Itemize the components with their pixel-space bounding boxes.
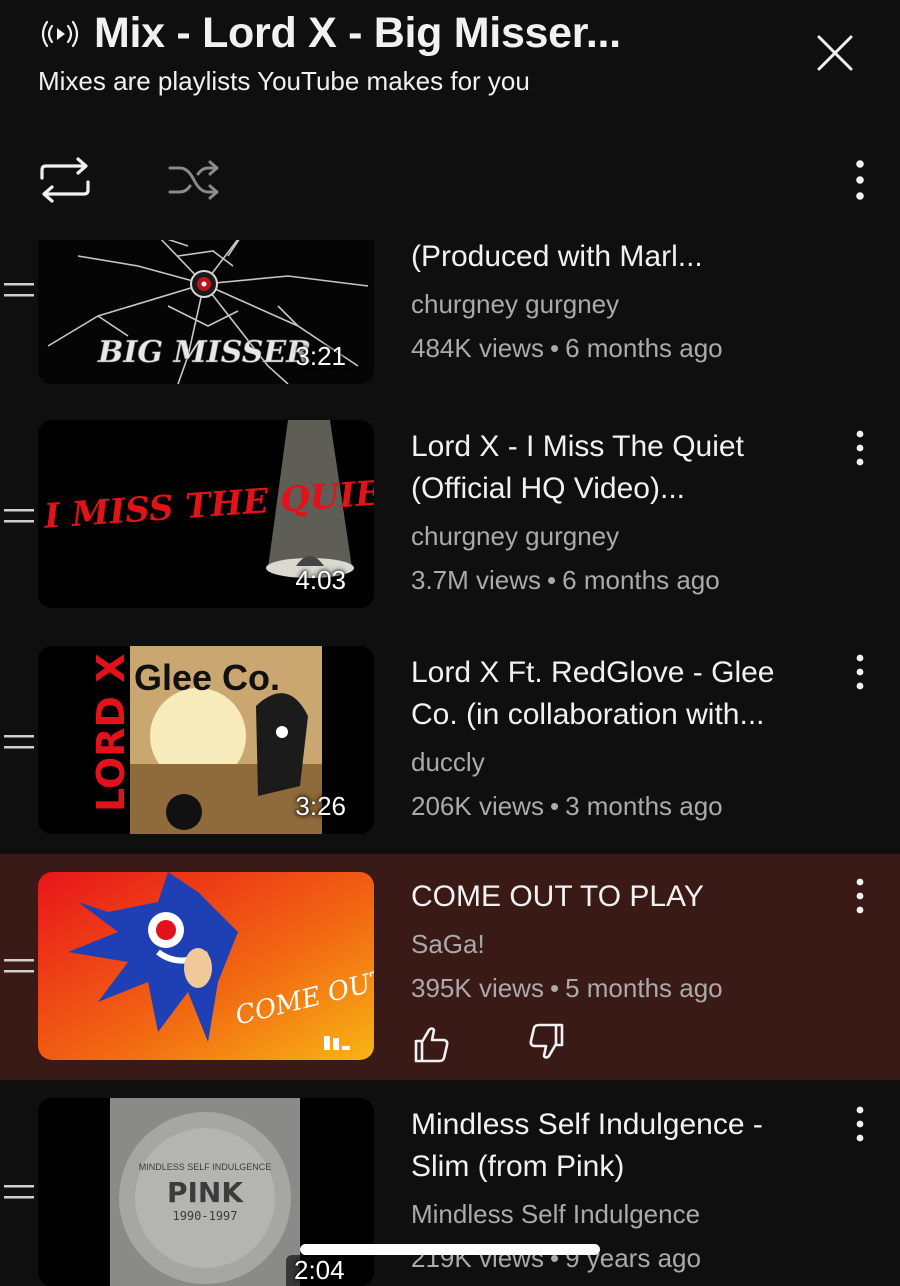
upload-age: 6 months ago	[565, 333, 723, 363]
more-vertical-icon[interactable]	[848, 428, 872, 468]
more-vertical-icon[interactable]	[842, 158, 878, 202]
playlist-title: Mix - Lord X - Big Misser...	[94, 9, 621, 57]
video-thumbnail[interactable]: LORD X Glee Co. 3:26	[38, 646, 374, 834]
shuffle-icon[interactable]	[166, 154, 222, 206]
video-meta: 395K views • 5 months ago	[411, 968, 821, 1008]
view-count: 3.7M views	[411, 565, 542, 595]
playlist-subtitle: Mixes are playlists YouTube makes for yo…	[38, 66, 530, 96]
video-title[interactable]: Lord X - I Miss The Quiet (Official HQ V…	[411, 426, 821, 510]
separator: •	[549, 973, 560, 1003]
drag-handle-icon[interactable]	[4, 282, 34, 298]
video-meta: 3.7M views • 6 months ago	[411, 560, 821, 600]
video-meta: 484K views • 6 months ago	[411, 328, 821, 368]
upload-age: 5 months ago	[565, 973, 723, 1003]
thumbnail-text-band: MINDLESS SELF INDULGENCE	[139, 1162, 272, 1172]
video-duration: 3:21	[295, 341, 346, 371]
separator: •	[547, 565, 557, 595]
channel-name[interactable]: churgney gurgney	[411, 518, 821, 554]
home-indicator[interactable]	[300, 1244, 600, 1255]
playlist-header: Mix - Lord X - Big Misser... Mixes are p…	[0, 0, 900, 240]
more-vertical-icon[interactable]	[848, 652, 872, 692]
drag-handle-icon[interactable]	[4, 1184, 34, 1200]
thumbs-down-icon[interactable]	[527, 1022, 567, 1062]
broadcast-play-icon	[41, 20, 79, 48]
thumbnail-text-vertical: LORD X	[89, 654, 133, 813]
video-duration: 2:04	[286, 1255, 353, 1286]
channel-name[interactable]: duccly	[411, 744, 821, 780]
video-meta: 206K views • 3 months ago	[411, 786, 821, 826]
video-duration: 4:03	[295, 565, 346, 595]
video-title[interactable]: Mindless Self Indulgence - Slim (from Pi…	[411, 1104, 821, 1188]
separator: •	[549, 333, 560, 363]
list-item-now-playing[interactable]: COME OUT TO PLAY COME OUT TO PLAY SaGa! …	[0, 854, 900, 1080]
thumbs-up-icon[interactable]	[411, 1024, 451, 1064]
view-count: 484K views	[411, 333, 544, 363]
channel-name[interactable]: SaGa!	[411, 926, 821, 962]
list-item[interactable]: I MISS THE QUIET 4:03 Lord X - I Miss Th…	[0, 406, 900, 632]
thumbnail-text-title: Glee Co.	[134, 657, 280, 698]
more-vertical-icon[interactable]	[848, 1104, 872, 1144]
thumbnail-text-years: 1990-1997	[172, 1209, 237, 1223]
drag-handle-icon[interactable]	[4, 508, 34, 524]
now-playing-icon	[324, 1036, 350, 1050]
thumbnail-text-album: PINK	[167, 1176, 244, 1209]
separator: •	[549, 791, 560, 821]
video-title[interactable]: Lord X Ft. RedGlove - Glee Co. (in colla…	[411, 652, 821, 736]
upload-age: 6 months ago	[562, 565, 720, 595]
video-thumbnail[interactable]: I MISS THE QUIET 4:03	[38, 420, 374, 608]
view-count: 206K views	[411, 791, 544, 821]
close-icon[interactable]	[810, 28, 860, 78]
view-count: 395K views	[411, 973, 544, 1003]
upload-age: 3 months ago	[565, 791, 723, 821]
more-vertical-icon[interactable]	[848, 876, 872, 916]
drag-handle-icon[interactable]	[4, 958, 34, 974]
drag-handle-icon[interactable]	[4, 734, 34, 750]
video-thumbnail[interactable]: COME OUT TO PLAY	[38, 872, 374, 1060]
video-thumbnail[interactable]: MINDLESS SELF INDULGENCE PINK 1990-1997 …	[38, 1098, 374, 1286]
channel-name[interactable]: churgney gurgney	[411, 286, 821, 322]
video-duration: 3:26	[295, 791, 346, 821]
video-title[interactable]: COME OUT TO PLAY	[411, 876, 821, 918]
thumbnail-title-text: BIG MISSER	[97, 335, 311, 370]
channel-name[interactable]: Mindless Self Indulgence	[411, 1196, 821, 1232]
list-item[interactable]: LORD X Glee Co. 3:26 Lord X Ft. RedGlove…	[0, 632, 900, 854]
video-title[interactable]: (Produced with Marl...	[411, 236, 821, 278]
repeat-icon[interactable]	[36, 154, 94, 206]
